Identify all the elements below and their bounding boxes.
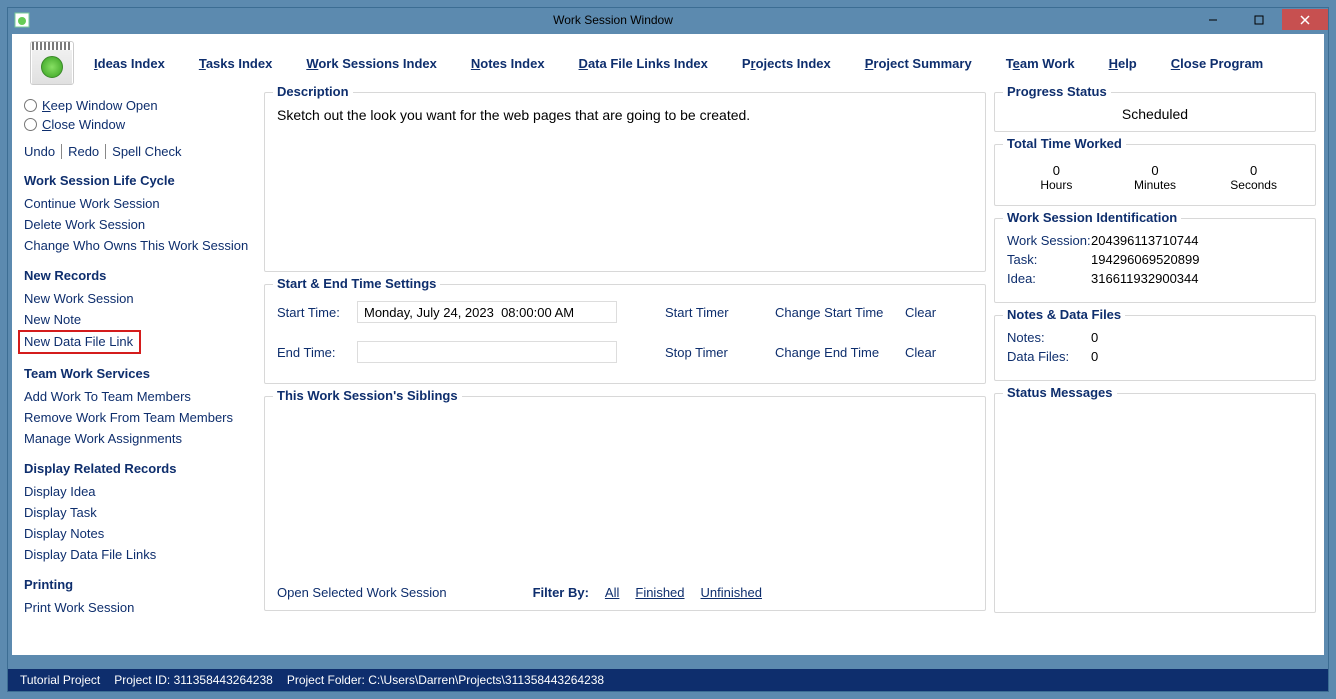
group-life-cycle: Work Session Life Cycle bbox=[24, 173, 250, 188]
close-button[interactable] bbox=[1282, 9, 1328, 30]
maximize-button[interactable] bbox=[1236, 9, 1282, 30]
continue-work-session[interactable]: Continue Work Session bbox=[24, 193, 250, 214]
spell-check-link[interactable]: Spell Check bbox=[106, 144, 187, 159]
statusbar: Tutorial Project Project ID: 31135844326… bbox=[8, 669, 1328, 691]
description-text[interactable]: Sketch out the look you want for the web… bbox=[277, 103, 973, 123]
group-printing: Printing bbox=[24, 577, 250, 592]
end-time-input[interactable] bbox=[357, 341, 617, 363]
menu-close-program[interactable]: Close Program bbox=[1171, 56, 1263, 71]
menu-tasks-index[interactable]: Tasks Index bbox=[199, 56, 272, 71]
change-start-time-link[interactable]: Change Start Time bbox=[775, 305, 905, 320]
total-time-worked-legend: Total Time Worked bbox=[1003, 136, 1126, 151]
task-id-value: 194296069520899 bbox=[1091, 252, 1199, 267]
description-fieldset: Description Sketch out the look you want… bbox=[264, 92, 986, 272]
status-messages-fieldset: Status Messages bbox=[994, 393, 1316, 613]
group-new-records: New Records bbox=[24, 268, 250, 283]
change-owner[interactable]: Change Who Owns This Work Session bbox=[24, 235, 250, 256]
notes-count-label: Notes: bbox=[1007, 330, 1091, 345]
group-display-related: Display Related Records bbox=[24, 461, 250, 476]
files-count-value: 0 bbox=[1091, 349, 1098, 364]
app-icon bbox=[14, 12, 30, 28]
menu-team-work[interactable]: Team Work bbox=[1006, 56, 1075, 71]
files-count-label: Data Files: bbox=[1007, 349, 1091, 364]
menu-data-file-links-index[interactable]: Data File Links Index bbox=[579, 56, 708, 71]
idea-id-label: Idea: bbox=[1007, 271, 1091, 286]
add-work-team[interactable]: Add Work To Team Members bbox=[24, 386, 250, 407]
display-task[interactable]: Display Task bbox=[24, 502, 250, 523]
clear-end-link[interactable]: Clear bbox=[905, 345, 936, 360]
start-timer-link[interactable]: Start Timer bbox=[665, 305, 775, 320]
undo-link[interactable]: Undo bbox=[24, 144, 62, 159]
siblings-fieldset: This Work Session's Siblings Open Select… bbox=[264, 396, 986, 611]
print-work-session[interactable]: Print Work Session bbox=[24, 597, 250, 618]
description-legend: Description bbox=[273, 84, 353, 99]
ws-id-value: 204396113710744 bbox=[1091, 233, 1199, 248]
progress-status-fieldset: Progress Status Scheduled bbox=[994, 92, 1316, 132]
menu-project-summary[interactable]: Project Summary bbox=[865, 56, 972, 71]
redo-link[interactable]: Redo bbox=[62, 144, 106, 159]
filter-finished[interactable]: Finished bbox=[635, 585, 684, 600]
notes-files-fieldset: Notes & Data Files Notes: 0 Data Files: … bbox=[994, 315, 1316, 381]
seconds-label: Seconds bbox=[1214, 178, 1294, 192]
menu-work-sessions-index[interactable]: Work Sessions Index bbox=[306, 56, 437, 71]
menu-ideas-index[interactable]: Ideas Index bbox=[94, 56, 165, 71]
window-frame: Work Session Window Ideas Index Tasks In… bbox=[7, 7, 1329, 692]
time-settings-fieldset: Start & End Time Settings Start Time: St… bbox=[264, 284, 986, 384]
change-end-time-link[interactable]: Change End Time bbox=[775, 345, 905, 360]
new-note[interactable]: New Note bbox=[24, 309, 250, 330]
right-panel: Progress Status Scheduled Total Time Wor… bbox=[992, 92, 1324, 655]
menubar: Ideas Index Tasks Index Work Sessions In… bbox=[12, 34, 1324, 92]
total-time-worked-fieldset: Total Time Worked 0 Hours 0 Minutes 0 Se bbox=[994, 144, 1316, 206]
time-settings-legend: Start & End Time Settings bbox=[273, 276, 440, 291]
keep-window-open-radio[interactable]: Keep Window Open bbox=[24, 98, 250, 113]
open-selected-ws-link[interactable]: Open Selected Work Session bbox=[277, 585, 447, 600]
display-notes[interactable]: Display Notes bbox=[24, 523, 250, 544]
seconds-value: 0 bbox=[1214, 163, 1294, 178]
display-idea[interactable]: Display Idea bbox=[24, 481, 250, 502]
minutes-label: Minutes bbox=[1115, 178, 1195, 192]
filter-all[interactable]: All bbox=[605, 585, 619, 600]
status-project-folder: Project Folder: C:\Users\Darren\Projects… bbox=[287, 673, 604, 687]
ws-id-label: Work Session: bbox=[1007, 233, 1091, 248]
notes-count-value: 0 bbox=[1091, 330, 1098, 345]
remove-work-team[interactable]: Remove Work From Team Members bbox=[24, 407, 250, 428]
end-time-label: End Time: bbox=[277, 345, 357, 360]
stop-timer-link[interactable]: Stop Timer bbox=[665, 345, 775, 360]
start-time-input[interactable] bbox=[357, 301, 617, 323]
delete-work-session[interactable]: Delete Work Session bbox=[24, 214, 250, 235]
clear-start-link[interactable]: Clear bbox=[905, 305, 936, 320]
siblings-legend: This Work Session's Siblings bbox=[273, 388, 462, 403]
manage-work-assignments[interactable]: Manage Work Assignments bbox=[24, 428, 250, 449]
minimize-button[interactable] bbox=[1190, 9, 1236, 30]
display-data-file-links[interactable]: Display Data File Links bbox=[24, 544, 250, 565]
new-work-session[interactable]: New Work Session bbox=[24, 288, 250, 309]
filter-unfinished[interactable]: Unfinished bbox=[701, 585, 762, 600]
menu-help[interactable]: Help bbox=[1109, 56, 1137, 71]
status-project-id: Project ID: 311358443264238 bbox=[114, 673, 273, 687]
hours-value: 0 bbox=[1016, 163, 1096, 178]
main-panel: Description Sketch out the look you want… bbox=[260, 92, 992, 655]
status-project-name: Tutorial Project bbox=[20, 673, 100, 687]
idea-id-value: 316611932900344 bbox=[1091, 271, 1199, 286]
filter-by-label: Filter By: bbox=[533, 585, 589, 600]
notes-files-legend: Notes & Data Files bbox=[1003, 307, 1125, 322]
progress-status-value: Scheduled bbox=[1007, 103, 1303, 122]
close-window-radio[interactable]: Close Window bbox=[24, 117, 250, 132]
group-team-work: Team Work Services bbox=[24, 366, 250, 381]
menu-notes-index[interactable]: Notes Index bbox=[471, 56, 545, 71]
calendar-clock-icon bbox=[30, 41, 74, 85]
identification-legend: Work Session Identification bbox=[1003, 210, 1181, 225]
status-messages-legend: Status Messages bbox=[1003, 385, 1117, 400]
new-data-file-link[interactable]: New Data File Link bbox=[18, 330, 141, 354]
progress-status-legend: Progress Status bbox=[1003, 84, 1111, 99]
sidebar: Keep Window Open Close Window Undo Redo … bbox=[12, 92, 260, 655]
task-id-label: Task: bbox=[1007, 252, 1091, 267]
window-title: Work Session Window bbox=[36, 13, 1190, 27]
menu-projects-index[interactable]: Projects Index bbox=[742, 56, 831, 71]
identification-fieldset: Work Session Identification Work Session… bbox=[994, 218, 1316, 303]
minutes-value: 0 bbox=[1115, 163, 1195, 178]
start-time-label: Start Time: bbox=[277, 305, 357, 320]
titlebar[interactable]: Work Session Window bbox=[8, 8, 1328, 31]
hours-label: Hours bbox=[1016, 178, 1096, 192]
